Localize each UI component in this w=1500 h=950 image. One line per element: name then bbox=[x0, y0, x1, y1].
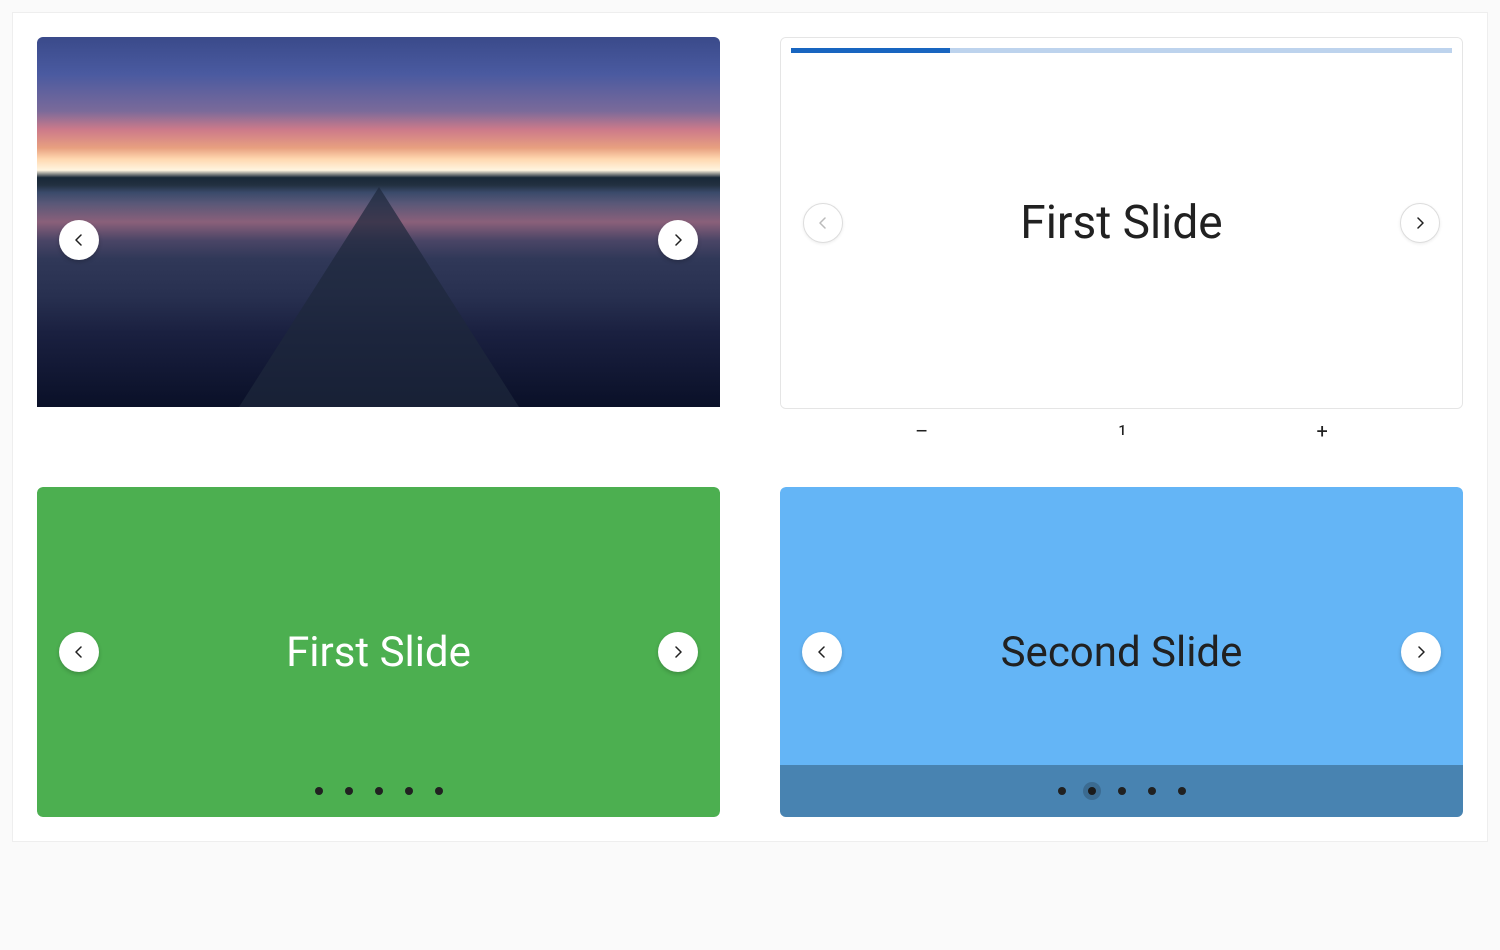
chevron-left-icon bbox=[75, 646, 83, 658]
dot-2[interactable] bbox=[345, 787, 353, 795]
slide-panel: First Slide bbox=[37, 487, 720, 817]
chevron-left-icon bbox=[75, 234, 83, 246]
progress-track bbox=[791, 48, 1452, 53]
dot-1[interactable] bbox=[315, 787, 323, 795]
text-carousel: First Slide bbox=[780, 37, 1463, 409]
green-carousel: First Slide bbox=[37, 487, 720, 817]
dot-3[interactable] bbox=[375, 787, 383, 795]
prev-button[interactable] bbox=[803, 203, 843, 243]
blue-carousel: Second Slide bbox=[780, 487, 1463, 817]
stepper-value: 1 bbox=[1118, 423, 1126, 439]
page-grid: First Slide – 1 + First Slide bbox=[12, 12, 1488, 842]
dot-panel bbox=[780, 765, 1463, 817]
stepper: – 1 + bbox=[780, 409, 1463, 443]
dot-1[interactable] bbox=[1058, 787, 1066, 795]
dot-3[interactable] bbox=[1118, 787, 1126, 795]
slide-title: Second Slide bbox=[1001, 628, 1243, 677]
chevron-right-icon bbox=[1417, 646, 1425, 658]
minus-button[interactable]: – bbox=[915, 419, 928, 443]
prev-button[interactable] bbox=[59, 220, 99, 260]
next-button[interactable] bbox=[658, 632, 698, 672]
dot-4[interactable] bbox=[405, 787, 413, 795]
next-button[interactable] bbox=[1400, 203, 1440, 243]
image-carousel bbox=[37, 37, 720, 443]
dot-2[interactable] bbox=[1088, 787, 1096, 795]
slide-panel: First Slide bbox=[781, 38, 1462, 408]
dot-indicators bbox=[315, 787, 443, 795]
chevron-right-icon bbox=[674, 234, 682, 246]
prev-button[interactable] bbox=[59, 632, 99, 672]
slide-image bbox=[37, 37, 720, 407]
chevron-right-icon bbox=[1416, 217, 1424, 229]
next-button[interactable] bbox=[658, 220, 698, 260]
chevron-right-icon bbox=[674, 646, 682, 658]
progress-fill bbox=[791, 48, 950, 53]
prev-button[interactable] bbox=[802, 632, 842, 672]
slide-title: First Slide bbox=[1020, 196, 1222, 250]
dot-5[interactable] bbox=[1178, 787, 1186, 795]
dot-5[interactable] bbox=[435, 787, 443, 795]
next-button[interactable] bbox=[1401, 632, 1441, 672]
text-carousel-wrapper: First Slide – 1 + bbox=[780, 37, 1463, 443]
slide-title: First Slide bbox=[286, 628, 471, 677]
chevron-left-icon bbox=[818, 646, 826, 658]
plus-button[interactable]: + bbox=[1317, 419, 1328, 443]
chevron-left-icon bbox=[819, 217, 827, 229]
dot-4[interactable] bbox=[1148, 787, 1156, 795]
slide-panel: Second Slide bbox=[780, 487, 1463, 817]
